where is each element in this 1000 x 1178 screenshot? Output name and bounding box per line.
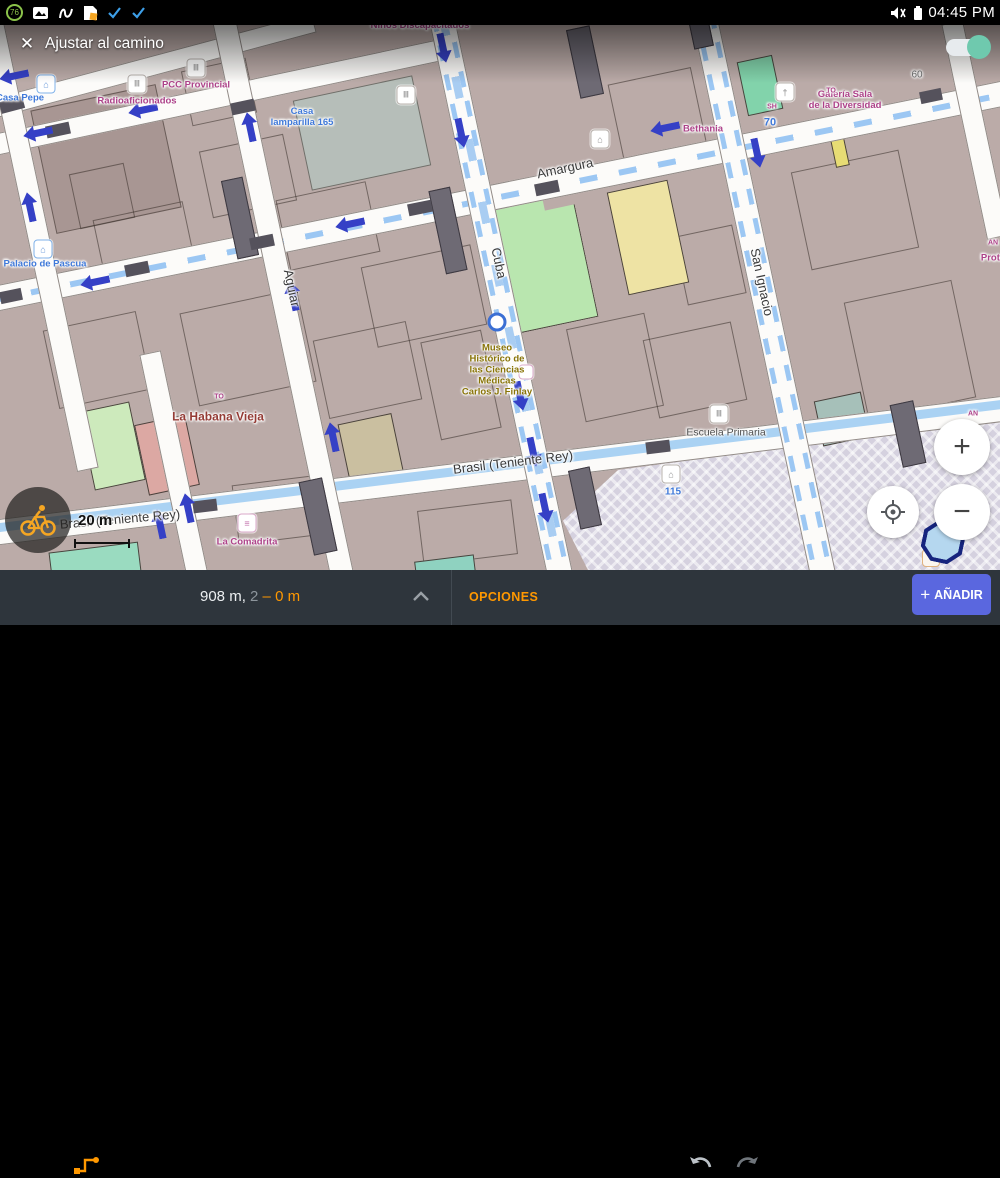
signature-icon xyxy=(58,5,74,21)
house-poi-icon: ⌂ xyxy=(591,130,610,149)
gallery-icon xyxy=(32,6,49,20)
toggle-knob xyxy=(967,35,991,59)
poi-label: Galería Sala de la Diversidad xyxy=(809,89,882,111)
battery-icon xyxy=(913,5,923,21)
locate-button[interactable] xyxy=(867,486,919,538)
poi-label: Palacio de Pascua xyxy=(4,259,87,270)
map-canvas[interactable]: ⌂ Ⅲ Ⅲ Ⅲ ⌂ † Ⅲ ⌂ ≡ ⌂ Atención a Niños Dis… xyxy=(0,0,1000,570)
building-outline xyxy=(313,321,423,419)
clock: 04:45 PM xyxy=(928,4,995,21)
close-icon[interactable]: ✕ xyxy=(16,33,38,55)
measured-distance: 908 m, 2 – 0 m xyxy=(200,588,300,605)
house-poi-icon: ⌂ xyxy=(37,75,56,94)
museum-poi-icon: Ⅲ xyxy=(397,86,416,105)
status-bar: 76 04:45 PM xyxy=(0,0,1000,25)
plus-icon: + xyxy=(920,585,930,605)
undo-icon[interactable] xyxy=(688,1154,714,1176)
target-icon xyxy=(880,499,906,525)
note-edit-icon xyxy=(83,5,98,21)
museum-poi-icon: Ⅲ xyxy=(187,59,206,78)
school-poi-icon: Ⅲ xyxy=(710,405,729,424)
tiny-badge-label: SH xyxy=(767,104,777,111)
map-scale-bar xyxy=(74,539,130,548)
tiny-badge-label: AN xyxy=(968,411,978,418)
poi-label: La Comadrita xyxy=(217,537,278,548)
check-icon xyxy=(107,6,122,19)
building-outline xyxy=(844,280,977,420)
building-dark xyxy=(566,25,604,98)
points-count: 2 xyxy=(250,588,258,605)
divider xyxy=(451,570,452,625)
dash: – xyxy=(263,588,271,605)
museum-poi-icon: Ⅲ xyxy=(128,75,147,94)
options-button[interactable]: OPCIONES xyxy=(469,590,538,604)
yellow-building xyxy=(607,180,689,296)
poi-label: Museo Histórico de las Ciencias Médicas … xyxy=(462,343,532,398)
tiny-badge-label: TO xyxy=(214,394,224,401)
street xyxy=(0,0,99,472)
page-title: Ajustar al camino xyxy=(45,35,164,53)
poi-label: Radioaficionados xyxy=(97,96,176,107)
house-poi-icon: ⌂ xyxy=(34,240,53,259)
road-ref-label: 60 xyxy=(911,70,922,81)
zoom-in-button[interactable]: + xyxy=(934,419,990,475)
museum-circle-marker xyxy=(488,313,507,332)
poi-label: Casa Pepe xyxy=(0,93,44,104)
check-icon xyxy=(131,6,146,19)
housenumber-label: 115 xyxy=(665,487,681,498)
poi-label: PCC Provincial xyxy=(162,80,230,91)
add-point-button[interactable]: + AÑADIR xyxy=(912,574,991,615)
map-scale-label: 20 m xyxy=(78,512,112,529)
house-poi-icon: ⌂ xyxy=(662,465,681,484)
zoom-out-button[interactable]: − xyxy=(934,484,990,540)
poi-label: Bethania xyxy=(683,124,723,135)
cyclist-icon xyxy=(18,503,58,537)
snap-to-road-toggle[interactable] xyxy=(946,38,986,57)
tiny-badge-label: TO xyxy=(826,88,836,95)
shop-poi-icon: ≡ xyxy=(238,514,257,533)
building-outline xyxy=(791,150,919,271)
poi-label: Escuela Primaria xyxy=(686,428,765,439)
church-poi-icon: † xyxy=(776,83,795,102)
district-label: La Habana Vieja xyxy=(172,412,264,423)
poi-label: Prote xyxy=(981,253,1000,264)
profile-button[interactable] xyxy=(5,487,71,553)
tiny-badge-label: AN xyxy=(988,240,998,247)
distance-value: 908 m, xyxy=(200,588,246,605)
building-outline xyxy=(643,322,748,419)
direct-distance: 0 m xyxy=(275,588,300,605)
measure-bottom-bar: 908 m, 2 – 0 m OPCIONES xyxy=(0,570,1000,625)
battery-saver-badge: 76 xyxy=(6,4,23,21)
road-ref-label: 70 xyxy=(764,118,776,129)
measure-ruler-icon[interactable] xyxy=(72,1152,102,1178)
mute-icon xyxy=(888,5,908,21)
collapse-chevron-icon[interactable] xyxy=(410,586,432,608)
add-button-label: AÑADIR xyxy=(934,588,983,602)
redo-icon[interactable] xyxy=(734,1154,760,1176)
poi-label: Casa lamparilla 165 xyxy=(271,106,334,128)
